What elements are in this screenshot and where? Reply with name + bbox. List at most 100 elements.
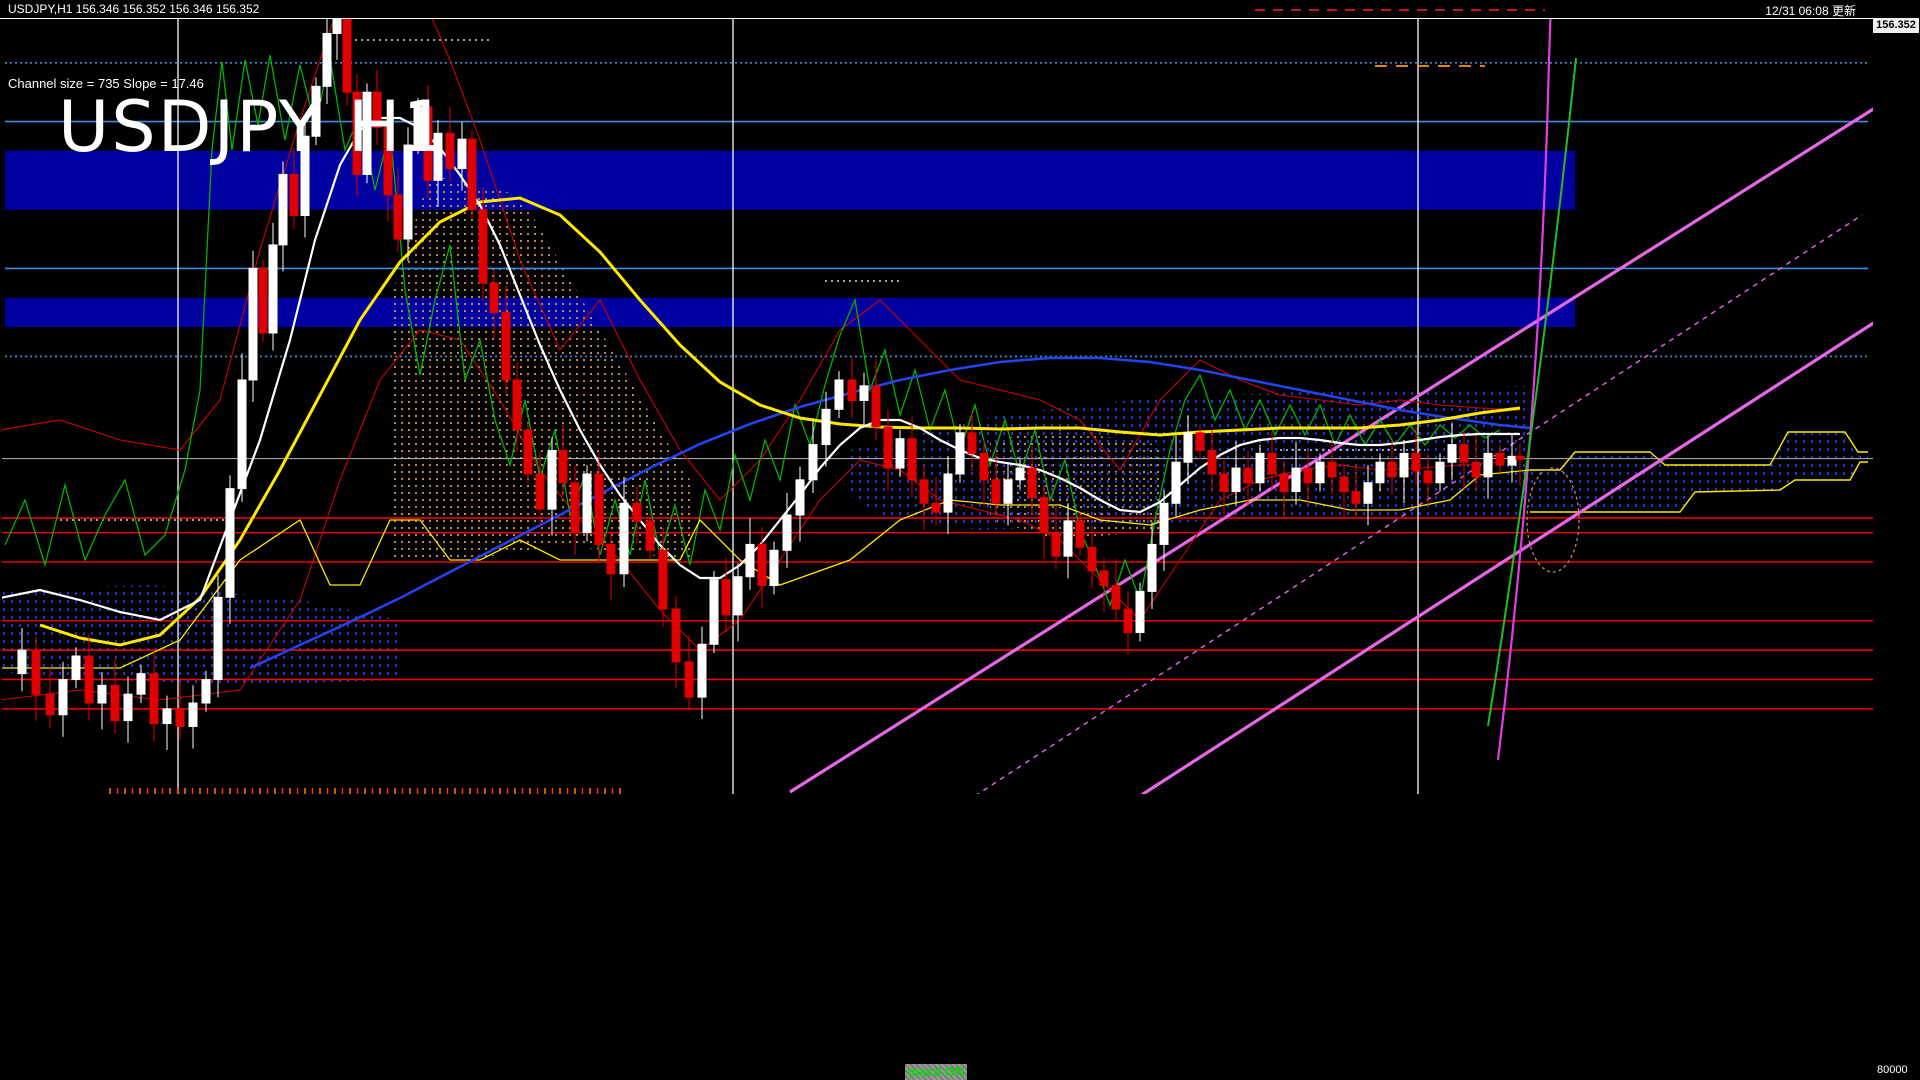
candle-body	[943, 473, 953, 513]
candle-body	[1051, 532, 1061, 557]
candle-body	[278, 173, 288, 246]
candle-body	[1267, 452, 1277, 475]
candle-body	[225, 488, 235, 598]
candle-body	[1087, 546, 1097, 572]
macd-toggle-button[interactable]: macd ON	[905, 1064, 967, 1080]
candle-body	[162, 708, 172, 725]
candle-body	[619, 502, 629, 575]
candle-body	[907, 438, 917, 481]
price-axis[interactable]: 156.352	[1873, 18, 1920, 1060]
candle-body	[1243, 467, 1253, 484]
candle-body	[1279, 473, 1289, 493]
candle-body	[457, 138, 467, 170]
candle-body	[1003, 479, 1013, 504]
candle-body	[1363, 482, 1373, 504]
candle-body	[1075, 520, 1085, 548]
candle-body	[1459, 444, 1469, 463]
candle-body	[1111, 585, 1121, 610]
candle-body	[268, 244, 278, 334]
candle-body	[1195, 432, 1205, 451]
candle-body	[795, 479, 805, 516]
candle-body	[955, 432, 965, 475]
candle-body	[332, 19, 342, 34]
candle-body	[1147, 543, 1157, 592]
candle-body	[895, 438, 905, 469]
candle-body	[1471, 461, 1481, 478]
candle-body	[1423, 470, 1433, 484]
candle-body	[1387, 461, 1397, 478]
candle-body	[1135, 590, 1145, 634]
candle-body	[248, 267, 258, 381]
candle-body	[1399, 452, 1409, 478]
candle-body	[71, 655, 81, 680]
time-axis-strip[interactable]: macd ON	[0, 1062, 1920, 1080]
candle-body	[1027, 467, 1037, 498]
candle-body	[883, 426, 893, 469]
candle-body	[1039, 496, 1049, 534]
trading-terminal: USDJPY,H1 156.346 156.352 156.346 156.35…	[0, 0, 1920, 1080]
candle-body	[289, 173, 299, 217]
future-cloud	[1530, 432, 1868, 512]
candle-body	[1171, 461, 1181, 504]
candle-body	[721, 579, 731, 616]
current-price-tag: 156.352	[1873, 18, 1919, 33]
candle-body	[1483, 452, 1493, 478]
candle-body	[697, 643, 707, 698]
candle-body	[632, 502, 642, 522]
candle-body	[201, 678, 211, 704]
candle-body	[847, 379, 857, 402]
candle-body	[1255, 452, 1265, 484]
candle-body	[31, 649, 41, 695]
candle-body	[991, 479, 1001, 504]
candle-body	[821, 408, 831, 446]
candle-body	[1015, 467, 1025, 481]
candle-body	[606, 543, 616, 575]
candle-body	[658, 549, 668, 610]
candle-body	[582, 473, 592, 534]
candle-body	[258, 267, 268, 334]
candle-body	[1231, 467, 1241, 493]
candle-body	[1123, 608, 1133, 634]
candle-body	[45, 693, 55, 716]
candle-body	[684, 661, 694, 698]
channel-end-magenta	[1496, 19, 1552, 761]
candle-body	[84, 655, 94, 704]
candle-body	[1183, 432, 1193, 463]
candle-body	[745, 543, 755, 578]
candle-body	[769, 549, 779, 587]
candle-body	[136, 673, 146, 695]
candle-body	[671, 608, 681, 663]
candle-body	[501, 311, 511, 381]
candle-body	[512, 379, 522, 431]
candle-body	[931, 502, 941, 513]
candle-body	[834, 379, 844, 410]
candle-body	[17, 649, 27, 675]
candle-body	[1435, 461, 1445, 484]
candle-body	[58, 678, 68, 716]
candle-body	[97, 684, 107, 704]
candle-body	[1351, 491, 1361, 504]
candle-body	[967, 432, 977, 454]
candle-body	[123, 693, 133, 722]
candle-body	[1507, 455, 1517, 466]
candle-body	[1099, 570, 1109, 587]
candle-body	[871, 385, 881, 428]
candle-body	[1291, 467, 1301, 493]
candle-body	[808, 444, 818, 481]
candle-body	[733, 576, 743, 616]
candle-body	[149, 673, 159, 725]
candle-body	[478, 209, 488, 284]
candle-body	[645, 520, 655, 551]
candle-body	[709, 579, 719, 645]
candle-body	[1219, 473, 1229, 493]
candle-body	[1303, 467, 1313, 484]
candle-body	[237, 379, 247, 490]
candle-body	[175, 708, 185, 727]
candle-body	[1495, 452, 1505, 466]
candle-body	[1515, 455, 1525, 460]
candle-body	[393, 194, 403, 240]
chart-watermark-title: USDJPY H1	[58, 86, 450, 168]
candle-body	[322, 32, 332, 87]
volume-scale-label: 80000	[1877, 1064, 1908, 1076]
candle-body	[1063, 520, 1073, 557]
